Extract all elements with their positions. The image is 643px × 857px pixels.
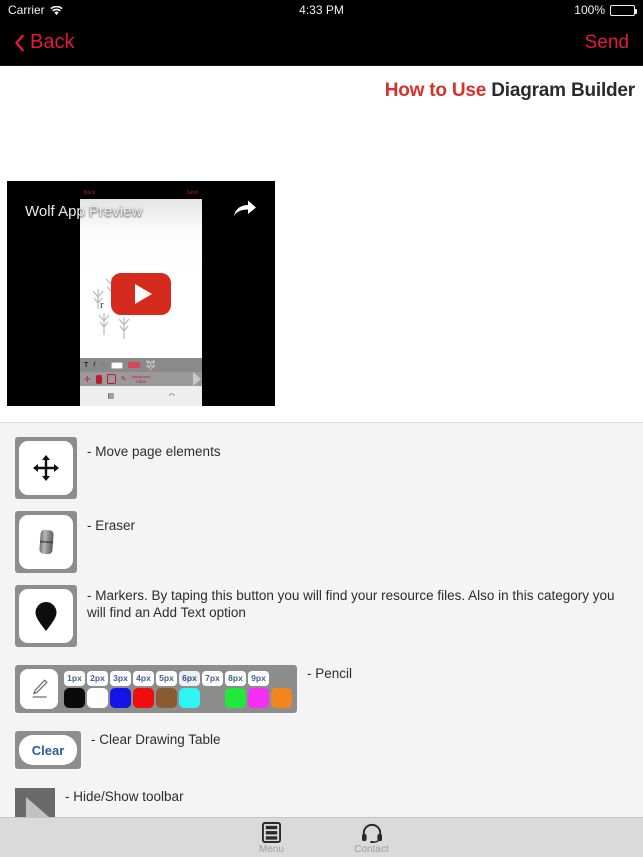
- pencil-width-row: 1px 2px 3px 4px 5px 6px 7px 8px 9px: [64, 670, 292, 686]
- instruction-row-move: - Move page elements: [0, 423, 643, 499]
- play-triangle: [134, 283, 152, 304]
- svg-text:r: r: [100, 299, 104, 311]
- chevron-left-icon: [14, 34, 26, 52]
- clear-tool-button[interactable]: Clear: [15, 731, 81, 769]
- instruction-label-toolbar: - Hide/Show toolbar: [65, 789, 184, 804]
- menu-list-icon: [262, 821, 281, 843]
- clear-button-label: Clear: [19, 735, 77, 765]
- color-swatch-cyan[interactable]: [179, 687, 200, 708]
- instructions-panel: - Move page elements - Eraser - Markers.…: [0, 422, 643, 848]
- send-button[interactable]: Send: [585, 32, 629, 54]
- thumb-back-label: Back: [84, 190, 96, 196]
- map-pin-icon: [19, 589, 73, 643]
- carrier-label: Carrier: [8, 3, 45, 17]
- tab-menu[interactable]: Menu: [241, 821, 303, 855]
- thumb-send-label: Send: [186, 190, 198, 196]
- page-title: How to Use Diagram Builder: [0, 66, 643, 112]
- thumb-nav-bar: Back Send: [80, 188, 202, 199]
- thumb-status-bar: [80, 181, 202, 188]
- status-bar-right: 100%: [574, 3, 637, 17]
- pencil-width-2px[interactable]: 2px: [87, 670, 108, 686]
- thumb-toolbar-toggle-icon: [193, 372, 201, 386]
- page-title-highlight: How to Use: [384, 80, 487, 101]
- back-button[interactable]: Back: [14, 31, 74, 54]
- pencil-width-8px[interactable]: 8px: [225, 670, 246, 686]
- thumb-toolbar-bottom: ✛ ✎ Background Clear: [80, 372, 202, 386]
- instruction-row-pencil: 1px 2px 3px 4px 5px 6px 7px 8px 9px - Pe…: [0, 647, 643, 713]
- color-swatch-blue[interactable]: [110, 687, 131, 708]
- thumb-toolbar-top: T f ✎ 🐺: [80, 358, 202, 372]
- battery-icon: [610, 4, 637, 16]
- back-button-label: Back: [30, 31, 75, 53]
- instruction-label-eraser: - Eraser: [87, 518, 136, 533]
- youtube-play-icon[interactable]: [111, 272, 171, 315]
- instruction-row-eraser: - Eraser: [0, 499, 643, 573]
- share-arrow-icon[interactable]: [233, 199, 257, 219]
- instruction-label-move: - Move page elements: [87, 444, 221, 459]
- pencil-tool-button[interactable]: [20, 669, 58, 709]
- color-swatch-black[interactable]: [64, 687, 85, 708]
- video-player[interactable]: Wolf App Preview Back Send r T f ✎ 🐺 ✛ ✎…: [7, 181, 275, 406]
- color-swatch-orange[interactable]: [271, 687, 292, 708]
- pencil-width-9px[interactable]: 9px: [248, 670, 269, 686]
- status-bar-time: 4:33 PM: [299, 3, 344, 17]
- wifi-icon: [49, 5, 63, 16]
- color-swatch-brown[interactable]: [156, 687, 177, 708]
- status-bar: Carrier 4:33 PM 100%: [0, 0, 643, 20]
- eraser-icon: [19, 515, 73, 569]
- video-title: Wolf App Preview: [25, 203, 143, 220]
- color-swatch-magenta[interactable]: [248, 687, 269, 708]
- app-root: Carrier 4:33 PM 100% Back Send How to Us…: [0, 0, 643, 857]
- page-title-rest: Diagram Builder: [486, 80, 635, 101]
- move-arrows-icon: [19, 441, 73, 495]
- instruction-label-pencil: - Pencil: [307, 666, 353, 681]
- pencil-width-5px[interactable]: 5px: [156, 670, 177, 686]
- pencil-width-6px[interactable]: 6px: [179, 670, 200, 686]
- content-area: How to Use Diagram Builder Wolf App Prev…: [0, 66, 643, 857]
- color-swatch-red[interactable]: [133, 687, 154, 708]
- thumb-clear-label: Clear: [135, 378, 147, 384]
- pencil-width-7px[interactable]: 7px: [202, 670, 223, 686]
- move-tool-button[interactable]: [15, 437, 77, 499]
- instruction-row-markers: - Markers. By taping this button you wil…: [0, 573, 643, 647]
- tab-bar: Menu Contact: [0, 817, 643, 857]
- headset-icon: [361, 821, 383, 843]
- status-bar-left: Carrier: [8, 3, 63, 17]
- pencil-palette: 1px 2px 3px 4px 5px 6px 7px 8px 9px: [15, 665, 297, 713]
- pencil-width-3px[interactable]: 3px: [110, 670, 131, 686]
- pencil-width-1px[interactable]: 1px: [64, 670, 85, 686]
- instruction-label-markers: - Markers. By taping this button you wil…: [87, 588, 615, 620]
- color-swatch-green[interactable]: [225, 687, 246, 708]
- thumb-tab-bar: ▤ ◠: [80, 386, 202, 406]
- instruction-label-clear: - Clear Drawing Table: [91, 732, 221, 747]
- navigation-bar: Back Send: [0, 20, 643, 66]
- battery-percent-label: 100%: [574, 3, 605, 17]
- instruction-row-clear: Clear - Clear Drawing Table: [0, 713, 643, 769]
- markers-tool-button[interactable]: [15, 585, 77, 647]
- pencil-options: 1px 2px 3px 4px 5px 6px 7px 8px 9px: [64, 670, 292, 708]
- pencil-width-4px[interactable]: 4px: [133, 670, 154, 686]
- tab-contact[interactable]: Contact: [341, 821, 403, 855]
- color-swatch-empty[interactable]: [202, 688, 223, 708]
- color-swatch-white[interactable]: [87, 687, 108, 708]
- pencil-icon: [31, 679, 47, 698]
- tab-menu-label: Menu: [258, 843, 284, 855]
- eraser-tool-button[interactable]: [15, 511, 77, 573]
- pencil-color-row: [64, 687, 292, 708]
- tab-contact-label: Contact: [354, 843, 389, 855]
